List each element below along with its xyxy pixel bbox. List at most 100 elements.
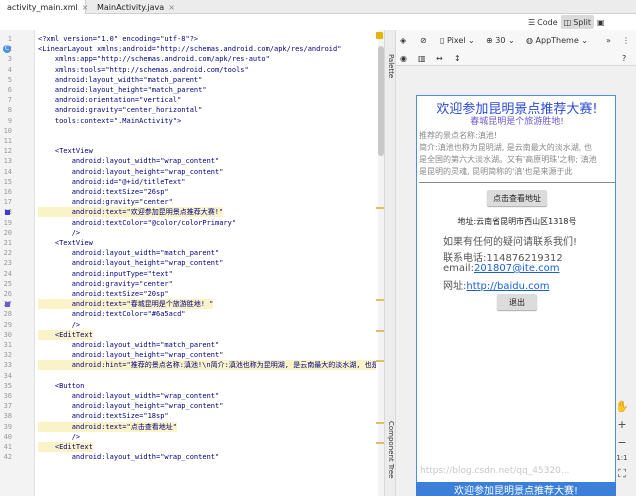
theme-selector[interactable]: ◍ AppTheme ⌄: [526, 34, 588, 46]
warning-marker[interactable]: [376, 207, 384, 210]
code-line[interactable]: <TextView: [38, 146, 93, 156]
code-line[interactable]: android:text="欢迎参加昆明景点推荐大赛!": [38, 207, 224, 218]
tab-label: activity_main.xml: [7, 2, 78, 12]
line-number: 25: [3, 279, 12, 288]
split-mode-button[interactable]: ◫ Split: [560, 15, 594, 29]
line-number: 22: [3, 249, 12, 258]
email-link[interactable]: 201807@ite.com: [474, 263, 560, 274]
line-number: 28: [3, 310, 12, 319]
code-line[interactable]: android:inputType="text": [38, 269, 173, 279]
code-line[interactable]: android:layout_width="match_parent": [38, 248, 220, 258]
code-line[interactable]: android:orientation="vertical": [38, 95, 181, 105]
code-line[interactable]: android:layout_height="wrap_content": [38, 350, 224, 360]
code-line[interactable]: android:text="点击查看地址": [38, 421, 177, 432]
code-line[interactable]: android:layout_width="wrap_content": [38, 391, 220, 401]
zoom-fit-icon[interactable]: ⛶: [613, 466, 631, 482]
line-number: 1: [7, 35, 12, 43]
code-line[interactable]: tools:context=".MainActivity">: [38, 116, 181, 126]
blueprint-icon[interactable]: ▥: [418, 52, 426, 64]
api-selector[interactable]: ⊕ 30 ⌄: [486, 34, 515, 46]
code-line[interactable]: android:layout_width="wrap_content": [38, 452, 220, 462]
zoom-out-button[interactable]: −: [613, 434, 631, 450]
line-number: 40: [3, 432, 12, 441]
warning-marker[interactable]: [376, 299, 384, 302]
code-line[interactable]: android:textSize="20sp": [38, 289, 169, 299]
code-line[interactable]: android:gravity="center": [38, 279, 173, 289]
view-address-button[interactable]: 点击查看地址: [487, 190, 547, 206]
code-line[interactable]: android:layout_height="match_parent": [38, 85, 207, 95]
vertical-resize-icon[interactable]: ↕: [454, 52, 461, 64]
color-swatch-icon[interactable]: [5, 302, 10, 308]
code-line[interactable]: android:textSize="26sp": [38, 187, 169, 197]
preview-hint-edittext[interactable]: 推荐的景点名称:滇池! 简介:滇池也称为昆明湖, 是云南最大的淡水湖, 也 是全…: [419, 130, 615, 178]
code-line[interactable]: android:layout_width="wrap_content": [38, 156, 220, 166]
zoom-actual-size-button[interactable]: 1:1: [613, 450, 631, 466]
xml-code-editor[interactable]: <?xml version="1.0" encoding="utf-8"?> <L…: [36, 30, 376, 496]
warning-icon[interactable]: [376, 32, 383, 39]
code-line[interactable]: android:layout_width="match_parent": [38, 340, 220, 350]
line-number: 14: [3, 167, 12, 176]
line-number: 5: [7, 75, 12, 84]
pan-hand-icon[interactable]: ✋: [613, 398, 631, 414]
code-line[interactable]: android:layout_width="match_parent": [38, 75, 203, 85]
line-number: 11: [3, 137, 12, 145]
code-line[interactable]: android:layout_height="wrap_content": [38, 258, 224, 268]
code-line[interactable]: xmlns:app="http://schemas.android.com/ap…: [38, 54, 270, 64]
email-label: email:: [443, 263, 474, 274]
code-line[interactable]: />: [38, 432, 80, 442]
website-label: 网址:: [443, 281, 467, 292]
code-line[interactable]: android:textColor="#6a5acd": [38, 309, 186, 319]
code-mode-button[interactable]: ☰ Code: [525, 15, 561, 29]
code-line[interactable]: android:textColor="@color/colorPrimary": [38, 218, 236, 228]
exit-button[interactable]: 退出: [497, 294, 537, 310]
zoom-in-button[interactable]: +: [613, 416, 631, 432]
close-tab-icon[interactable]: ×: [168, 3, 175, 12]
code-line[interactable]: <EditText: [38, 329, 93, 340]
design-mode-button[interactable]: ▣: [594, 15, 610, 29]
more-menu-icon[interactable]: ⋮: [622, 34, 630, 46]
side-tool-tabs: Palette Component Tree: [384, 30, 396, 496]
code-line[interactable]: <Button: [38, 381, 85, 391]
design-toolbar: ◈ ⊘ ▯ Pixel ⌄ ⊕ 30 ⌄ ◍ AppTheme ⌄ » ⋮ ◉ …: [396, 30, 636, 66]
code-line[interactable]: android:gravity="center": [38, 197, 173, 207]
line-number: 6: [7, 86, 12, 94]
warning-marker[interactable]: [376, 442, 384, 444]
code-line[interactable]: android:gravity="center_horizontal": [38, 105, 203, 115]
hint-line: 是全国的第六大淡水湖。又有'高原明珠'之称; 滇池: [419, 155, 597, 164]
margin-icon[interactable]: ↔: [436, 52, 443, 64]
layout-preview[interactable]: 欢迎参加昆明景点推荐大赛! 春城昆明是个旅游胜地! 推荐的景点名称:滇池! 简介…: [416, 95, 616, 495]
code-line[interactable]: android:hint="推荐的景点名称:滇池!\n简介:滇池也称为昆明湖, …: [38, 360, 376, 371]
warning-marker[interactable]: [376, 360, 384, 363]
address-text: 地址:云南省昆明市西山区1318号: [457, 217, 577, 226]
code-line[interactable]: android:id="@+id/titleText": [38, 177, 186, 187]
orientation-icon[interactable]: ⊘: [420, 34, 427, 46]
preview-subtitle-text[interactable]: 春城昆明是个旅游胜地!: [417, 114, 615, 127]
more-options-icon[interactable]: »: [606, 34, 611, 46]
code-line[interactable]: <?xml version="1.0" encoding="utf-8"?>: [38, 34, 198, 44]
close-tab-icon[interactable]: ×: [82, 3, 89, 12]
editor-tab-bar: activity_main.xml × MainActivity.java ×: [0, 0, 636, 14]
warning-marker[interactable]: [376, 421, 384, 424]
device-selector[interactable]: ▯ Pixel ⌄: [440, 34, 475, 46]
help-icon[interactable]: ?: [622, 52, 626, 64]
code-line[interactable]: android:layout_height="wrap_content": [38, 401, 224, 411]
line-number-gutter: 1234567891011121314151617181920212223242…: [0, 30, 35, 496]
website-link[interactable]: http://baidu.com: [466, 281, 549, 292]
tab-main-activity-java[interactable]: MainActivity.java ×: [90, 0, 175, 14]
color-swatch-icon[interactable]: [5, 210, 10, 216]
code-line[interactable]: <TextView: [38, 238, 93, 248]
warning-marker[interactable]: [376, 329, 384, 332]
theme-label: AppTheme: [535, 35, 579, 45]
code-line[interactable]: android:layout_height="wrap_content": [38, 167, 224, 177]
code-line[interactable]: <LinearLayout xmlns:android="http://sche…: [38, 44, 341, 54]
code-line[interactable]: android:text="春城昆明是个旅游胜地! ": [38, 299, 214, 310]
code-line[interactable]: />: [38, 320, 80, 330]
code-line[interactable]: <EditText: [38, 442, 93, 452]
tab-activity-main-xml[interactable]: activity_main.xml ×: [0, 0, 89, 14]
code-line[interactable]: android:textSize="18sp": [38, 411, 169, 421]
layers-icon[interactable]: ◈: [400, 34, 406, 46]
eye-icon[interactable]: ◉: [400, 52, 407, 64]
code-line[interactable]: />: [38, 228, 80, 238]
code-line[interactable]: xmlns:tools="http://schemas.android.com/…: [38, 65, 249, 75]
line-number: 9: [7, 116, 12, 125]
